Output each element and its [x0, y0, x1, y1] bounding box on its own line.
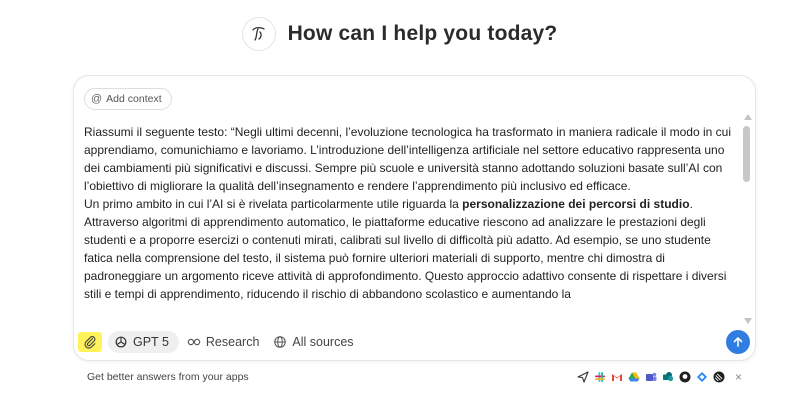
arrow-up-icon — [733, 337, 743, 347]
send-button[interactable] — [726, 330, 750, 354]
scroll-down-arrow-icon[interactable] — [744, 318, 752, 324]
teams-icon[interactable] — [645, 371, 657, 383]
add-context-button[interactable]: @ Add context — [84, 88, 172, 110]
composer-card: @ Add context Riassumi il seguente testo… — [73, 75, 756, 361]
page-title: How can I help you today? — [287, 22, 558, 45]
slack-icon[interactable] — [594, 371, 606, 383]
composer-toolbar: GPT 5 Research All sources — [78, 330, 750, 354]
para2-bold: personalizzazione dei percorsi di studio — [462, 197, 690, 211]
apps-bar-label: Get better answers from your apps — [87, 371, 249, 383]
send-icon[interactable] — [577, 371, 589, 383]
assistant-logo-icon — [241, 17, 276, 51]
prompt-textarea[interactable]: Riassumi il seguente testo: “Negli ultim… — [84, 123, 734, 331]
linear-icon[interactable] — [713, 371, 725, 383]
para2-after: . Attraverso algoritmi di apprendimento … — [84, 197, 727, 301]
research-button[interactable]: Research — [187, 331, 260, 353]
google-drive-icon[interactable] — [628, 371, 640, 383]
sources-selector[interactable]: All sources — [273, 331, 354, 353]
github-icon[interactable] — [679, 371, 691, 383]
model-selector[interactable]: GPT 5 — [108, 331, 179, 353]
scroll-thumb[interactable] — [743, 126, 750, 182]
at-icon: @ — [91, 93, 103, 105]
globe-icon — [274, 336, 287, 348]
jira-icon[interactable] — [696, 371, 708, 383]
sharepoint-icon[interactable] — [662, 371, 674, 383]
paperclip-icon — [84, 336, 96, 349]
para2-before: Un primo ambito in cui l’AI si è rivelat… — [84, 197, 463, 211]
page-header: How can I help you today? — [0, 14, 799, 54]
scroll-up-arrow-icon[interactable] — [744, 114, 752, 120]
close-icon[interactable]: × — [735, 370, 742, 384]
research-label: Research — [205, 335, 260, 349]
logo-glyph — [251, 26, 265, 41]
openai-icon — [115, 336, 127, 348]
sources-label: All sources — [292, 335, 354, 349]
gmail-icon[interactable] — [611, 371, 623, 383]
app-icons — [577, 371, 725, 383]
textarea-scrollbar[interactable] — [742, 114, 752, 324]
research-icon — [187, 338, 201, 346]
add-context-label: Add context — [106, 93, 162, 105]
model-label: GPT 5 — [133, 335, 169, 349]
attach-button[interactable] — [78, 332, 102, 352]
prompt-paragraph-1: Riassumi il seguente testo: “Negli ultim… — [84, 125, 731, 193]
apps-bar: Get better answers from your apps × — [73, 361, 756, 393]
prompt-paragraph-2: Un primo ambito in cui l’AI si è rivelat… — [84, 195, 734, 303]
